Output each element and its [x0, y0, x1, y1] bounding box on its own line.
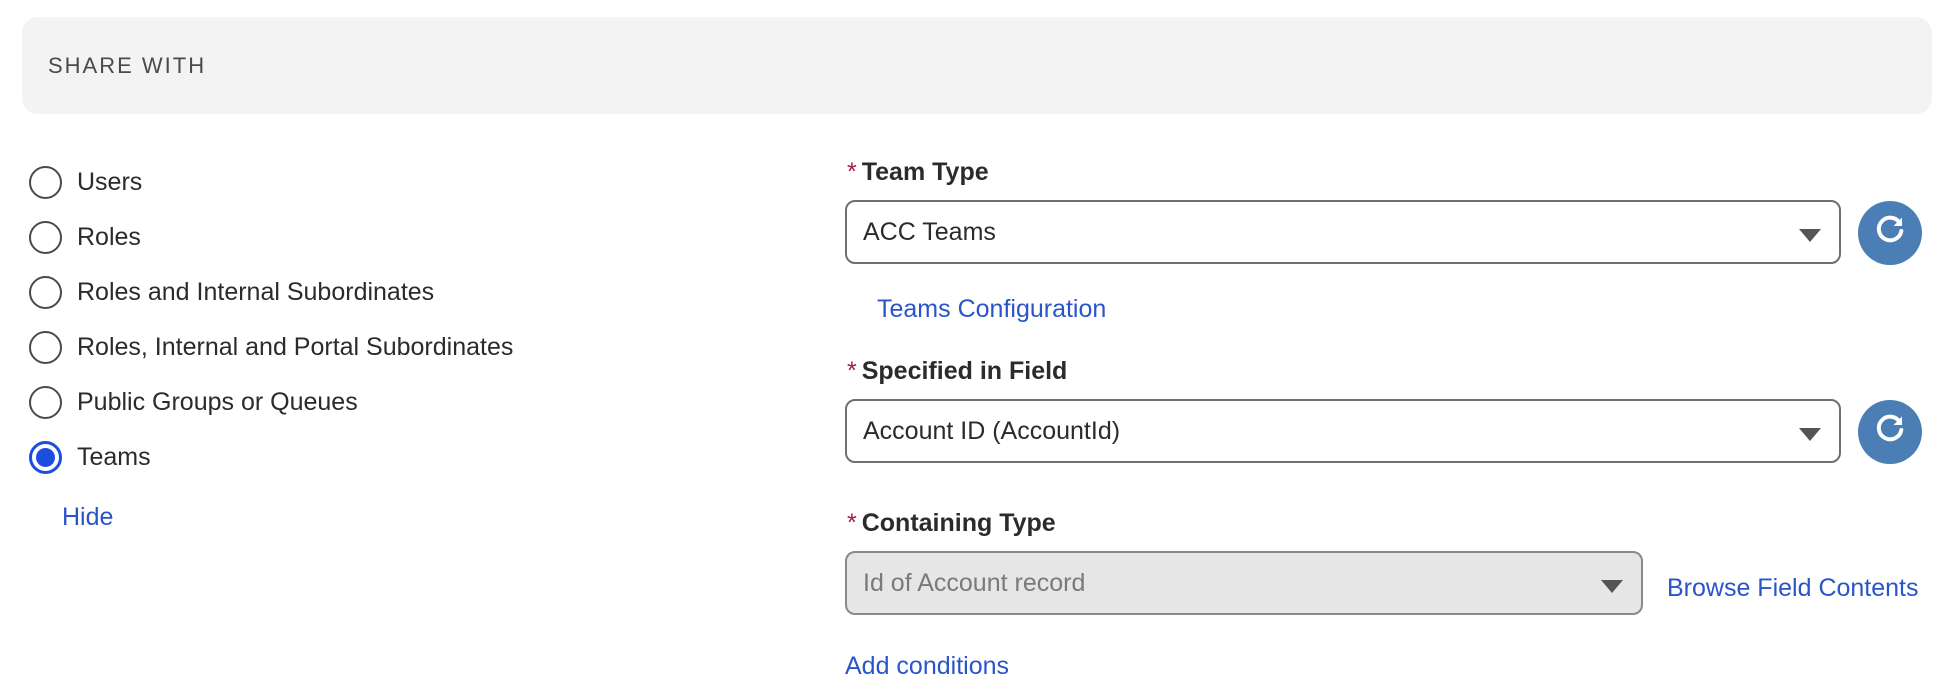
radio-label: Roles	[77, 223, 141, 251]
required-mark: *	[847, 357, 857, 385]
team-type-label-text: Team Type	[861, 158, 989, 186]
refresh-icon	[1873, 413, 1907, 452]
browse-field-contents-link[interactable]: Browse Field Contents	[1667, 574, 1919, 603]
radio-label: Users	[77, 168, 143, 196]
containing-type-label-text: Containing Type	[861, 509, 1056, 537]
team-type-label: * Team Type	[847, 158, 989, 187]
radio-users[interactable]: Users	[29, 155, 513, 210]
radio-button[interactable]	[29, 221, 62, 254]
chevron-down-icon	[1799, 428, 1821, 441]
refresh-icon	[1873, 214, 1907, 253]
chevron-down-icon	[1601, 580, 1623, 593]
radio-roles-internal-portal-subordinates[interactable]: Roles, Internal and Portal Subordinates	[29, 320, 513, 375]
hide-link[interactable]: Hide	[62, 503, 113, 532]
radio-public-groups-queues[interactable]: Public Groups or Queues	[29, 375, 513, 430]
containing-type-label: * Containing Type	[847, 509, 1056, 538]
team-type-select[interactable]: ACC Teams	[845, 200, 1841, 264]
radio-label: Public Groups or Queues	[77, 388, 358, 416]
share-with-header: SHARE WITH	[22, 17, 1932, 114]
required-mark: *	[847, 158, 857, 186]
required-mark: *	[847, 509, 857, 537]
add-conditions-link[interactable]: Add conditions	[845, 652, 1009, 681]
radio-roles-internal-subordinates[interactable]: Roles and Internal Subordinates	[29, 265, 513, 320]
radio-roles[interactable]: Roles	[29, 210, 513, 265]
specified-field-value: Account ID (AccountId)	[863, 416, 1121, 445]
containing-type-value: Id of Account record	[863, 568, 1086, 597]
teams-configuration-link[interactable]: Teams Configuration	[877, 295, 1106, 324]
radio-button[interactable]	[29, 331, 62, 364]
containing-type-select: Id of Account record	[845, 551, 1643, 615]
radio-teams[interactable]: Teams	[29, 430, 513, 485]
specified-field-label: * Specified in Field	[847, 357, 1067, 386]
radio-button[interactable]	[29, 166, 62, 199]
radio-button[interactable]	[29, 386, 62, 419]
team-type-refresh-button[interactable]	[1858, 201, 1922, 265]
radio-label: Roles and Internal Subordinates	[77, 278, 435, 306]
team-type-value: ACC Teams	[863, 217, 996, 246]
radio-button-selected[interactable]	[29, 441, 62, 474]
section-title: SHARE WITH	[48, 52, 207, 78]
radio-label: Roles, Internal and Portal Subordinates	[77, 333, 514, 361]
radio-label: Teams	[77, 443, 151, 471]
share-with-options: Users Roles Roles and Internal Subordina…	[29, 155, 513, 485]
radio-button[interactable]	[29, 276, 62, 309]
specified-field-refresh-button[interactable]	[1858, 400, 1922, 464]
specified-field-label-text: Specified in Field	[861, 357, 1068, 385]
specified-field-select[interactable]: Account ID (AccountId)	[845, 399, 1841, 463]
chevron-down-icon	[1799, 229, 1821, 242]
